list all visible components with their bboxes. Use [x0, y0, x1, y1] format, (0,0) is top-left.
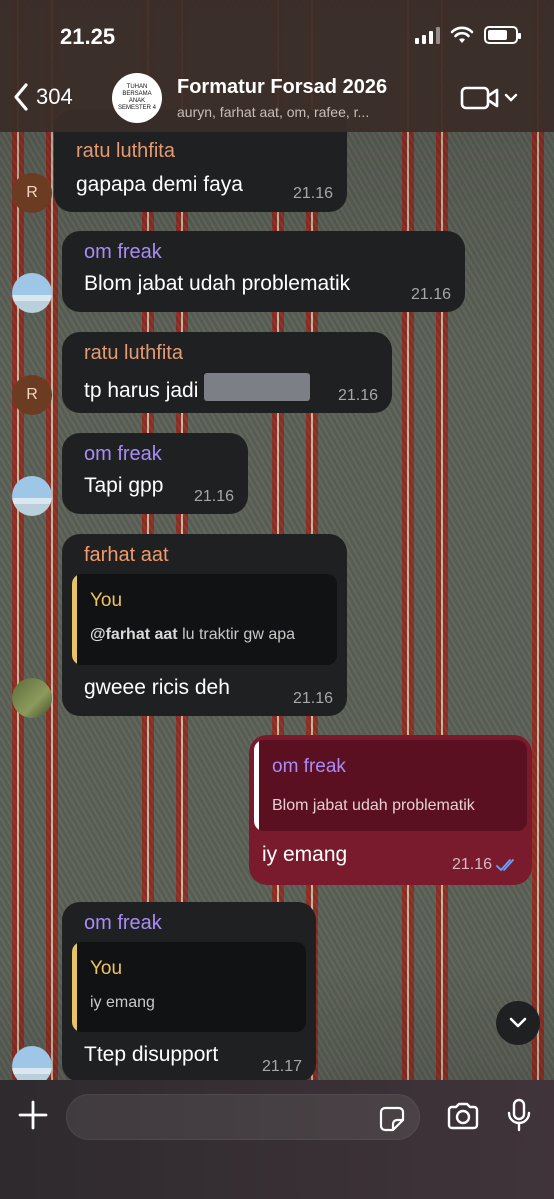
microphone-icon	[507, 1098, 531, 1132]
reply-quote[interactable]: You iy emang	[72, 942, 306, 1032]
scroll-to-bottom-button[interactable]	[496, 1001, 540, 1045]
wifi-icon	[450, 26, 474, 43]
reply-quote[interactable]: You @farhat aat lu traktir gw apa	[72, 574, 337, 665]
voice-message-button[interactable]	[506, 1098, 532, 1137]
quote-text: iy emang	[90, 994, 155, 1011]
sender-name: om freak	[84, 241, 162, 263]
message-time: 21.16	[452, 856, 518, 874]
message-time: 21.16	[292, 690, 333, 707]
message-text: gweee ricis deh	[84, 676, 230, 699]
video-camera-icon	[460, 86, 499, 110]
sticker-icon[interactable]	[379, 1106, 405, 1132]
battery-icon	[484, 26, 521, 44]
chevron-left-icon	[14, 83, 28, 111]
sender-name: ratu luthfita	[76, 140, 175, 162]
cellular-signal-icon	[415, 26, 440, 44]
avatar[interactable]	[12, 678, 52, 718]
message-time: 21.16	[193, 488, 234, 505]
message-text: Tapi gpp	[84, 474, 164, 497]
message-bubble[interactable]: ratu luthfita tp harus jadi 21.16	[62, 332, 392, 413]
attach-button[interactable]	[16, 1098, 50, 1137]
chevron-down-icon	[504, 93, 518, 102]
message-text-visible: tp harus jadi	[84, 379, 199, 402]
message-bubble[interactable]: farhat aat You @farhat aat lu traktir gw…	[62, 534, 347, 716]
chevron-down-icon	[509, 1017, 527, 1028]
sender-name: ratu luthfita	[84, 342, 183, 364]
avatar-letter: R	[26, 386, 38, 403]
sender-name: om freak	[84, 443, 162, 465]
unread-count: 304	[36, 84, 73, 109]
group-avatar-text: TUHAN BERSAMA ANAK SEMESTER 4	[118, 84, 157, 111]
message-time: 21.17	[261, 1058, 302, 1075]
message-text: Blom jabat udah problematik	[84, 272, 351, 295]
sender-name: farhat aat	[84, 544, 169, 566]
quote-body: lu traktir gw apa	[177, 626, 296, 643]
message-input[interactable]	[66, 1094, 420, 1140]
back-button[interactable]: 304	[12, 82, 73, 112]
avatar[interactable]: R	[12, 375, 52, 415]
redacted-block	[204, 373, 311, 401]
message-time: 21.16	[292, 185, 333, 202]
message-time-text: 21.16	[451, 856, 492, 873]
reply-quote[interactable]: om freak Blom jabat udah problematik	[254, 740, 527, 831]
avatar[interactable]	[12, 476, 52, 516]
message-bubble[interactable]: om freak Tapi gpp 21.16	[62, 433, 248, 514]
quote-mention: @farhat aat	[90, 626, 178, 643]
video-call-button[interactable]	[460, 84, 518, 112]
sender-name: om freak	[84, 912, 162, 934]
camera-icon	[447, 1102, 479, 1130]
quote-author: You	[90, 590, 123, 611]
quote-author: You	[90, 958, 123, 979]
group-avatar[interactable]: TUHAN BERSAMA ANAK SEMESTER 4	[112, 73, 162, 123]
read-receipt-icon	[496, 859, 514, 872]
quote-text: @farhat aat lu traktir gw apa	[90, 626, 295, 644]
avatar-letter: R	[26, 184, 38, 201]
avatar[interactable]: R	[12, 173, 52, 213]
chat-header: 21.25 304 TUHAN BERSAMA ANAK SEMESTER 4 …	[0, 0, 554, 132]
quote-text: Blom jabat udah problematik	[272, 797, 475, 814]
message-text: iy emang	[262, 843, 348, 866]
camera-button[interactable]	[446, 1102, 480, 1135]
message-bubble-mine[interactable]: om freak Blom jabat udah problematik iy …	[249, 735, 532, 885]
message-text: Ttep disupport	[84, 1043, 219, 1066]
group-title[interactable]: Formatur Forsad 2026	[177, 76, 387, 99]
message-text: tp harus jadi	[84, 373, 311, 403]
message-time: 21.16	[410, 286, 451, 303]
status-time: 21.25	[60, 24, 116, 49]
message-time: 21.16	[337, 387, 378, 404]
quote-author: om freak	[272, 756, 346, 777]
plus-icon	[18, 1100, 48, 1130]
message-text: gapapa demi faya	[76, 173, 243, 196]
avatar[interactable]	[12, 273, 52, 313]
message-composer	[0, 1080, 554, 1199]
message-bubble[interactable]: om freak You iy emang Ttep disupport 21.…	[62, 902, 316, 1082]
group-members[interactable]: auryn, farhat aat, om, rafee, r...	[177, 104, 369, 120]
status-icons	[415, 26, 521, 44]
message-bubble[interactable]: om freak Blom jabat udah problematik 21.…	[62, 231, 465, 312]
